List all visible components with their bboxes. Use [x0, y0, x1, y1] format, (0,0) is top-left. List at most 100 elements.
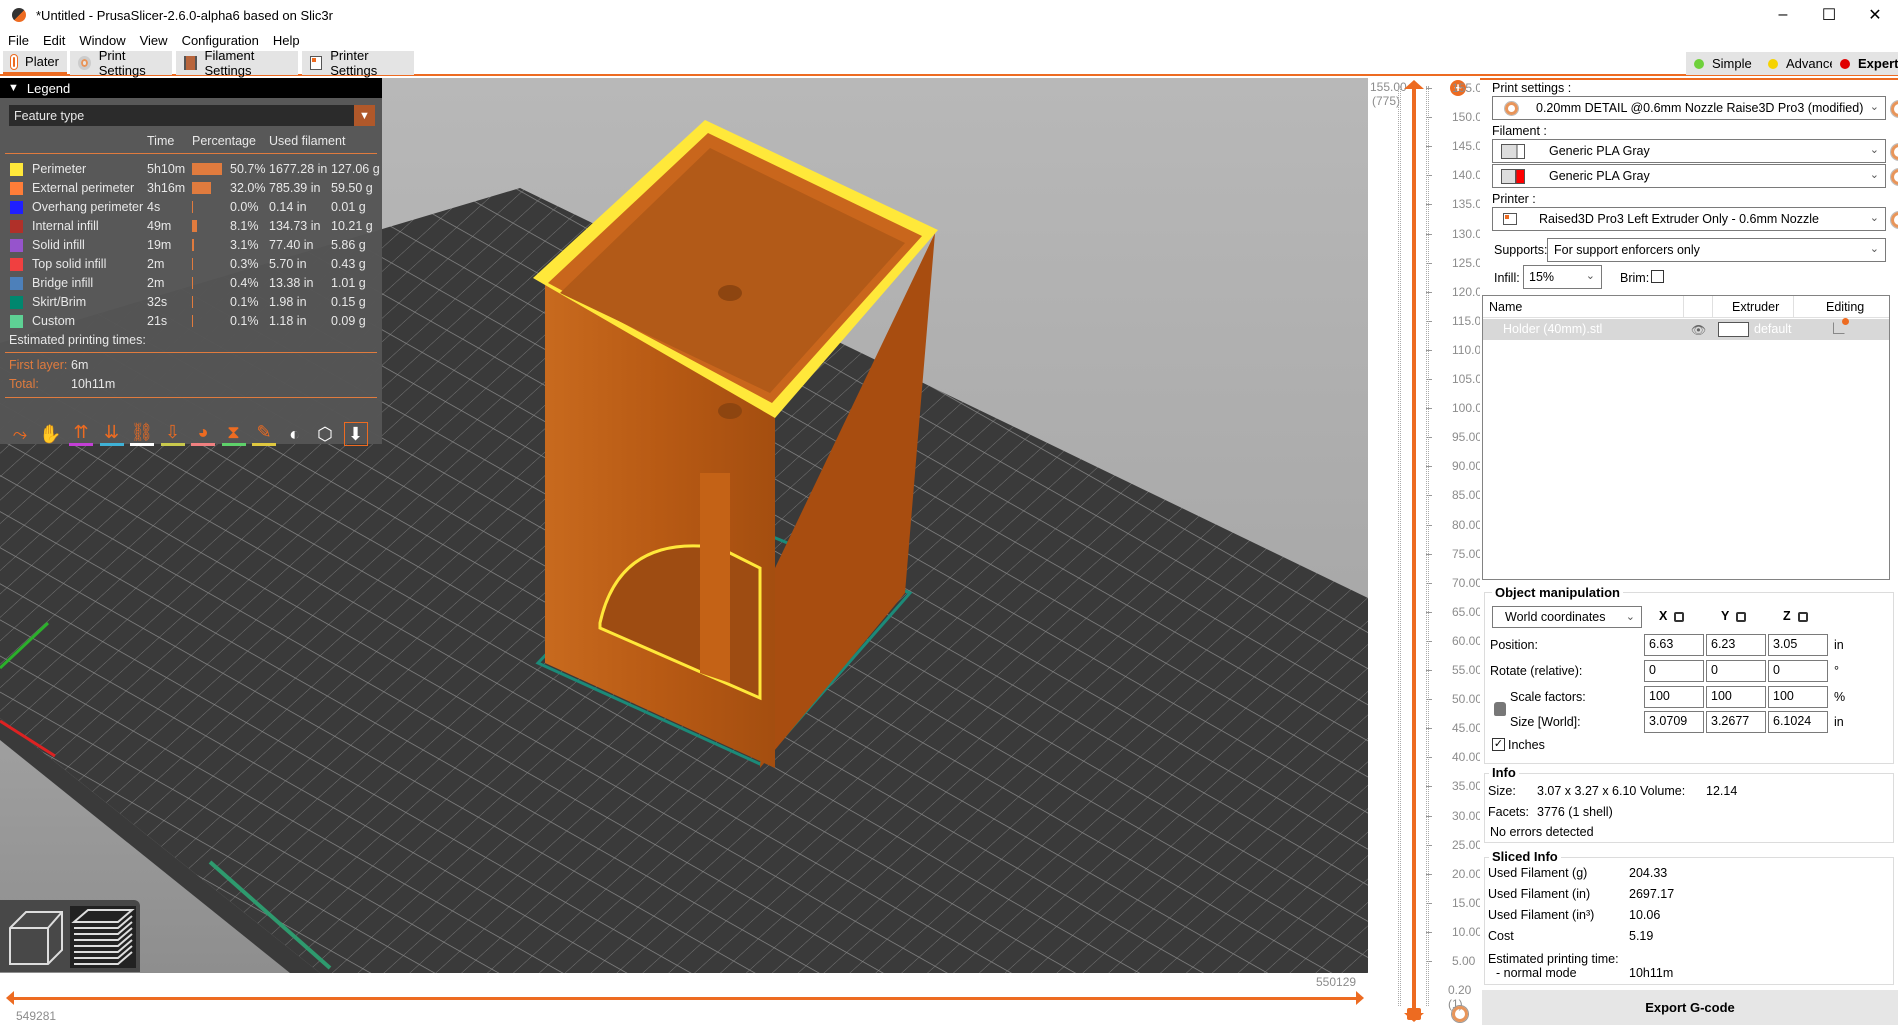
inches-checkbox[interactable]: ✓ [1492, 738, 1505, 751]
seams-icon[interactable]: ⛓ [130, 422, 154, 446]
first-layer-row: First layer: 6m [9, 358, 89, 372]
rotate-label: Rotate (relative): [1490, 664, 1583, 678]
mode-expert[interactable]: Expert [1832, 52, 1898, 75]
dropdown-arrow-icon[interactable]: ▼ [354, 105, 375, 126]
scale-y-input[interactable]: 100 [1706, 686, 1766, 708]
menu-help[interactable]: Help [273, 33, 300, 48]
legend-row[interactable]: External perimeter 3h16m 32.0% 785.39 in 59.… [0, 179, 382, 198]
legend-row[interactable]: Top solid infill 2m 0.3% 5.70 in 0.43 g [0, 255, 382, 274]
tab-print-settings[interactable]: Print Settings [70, 48, 172, 78]
layer-tick-label: 75.00 [1452, 546, 1483, 561]
menu-configuration[interactable]: Configuration [182, 33, 259, 48]
color-changes-icon[interactable]: ◕ [191, 422, 215, 446]
edit-settings-icon[interactable] [1833, 318, 1849, 334]
hslider-track[interactable] [12, 997, 1358, 1000]
slider-track[interactable] [1412, 84, 1416, 1014]
tool-changes-icon[interactable]: ⇩ [160, 422, 185, 446]
legend-row[interactable]: Overhang perimeter 4s 0.0% 0.14 in 0.01 g [0, 198, 382, 217]
pause-prints-icon[interactable]: ⧗ [221, 422, 246, 446]
rotate-y-input[interactable]: 0 [1706, 660, 1766, 682]
eye-icon[interactable]: 👁 [1691, 323, 1706, 337]
close-icon[interactable]: ✕ [1852, 0, 1898, 30]
move-slider[interactable]: 550129 549281 [0, 973, 1368, 1025]
drop-to-bed-icon[interactable] [1736, 612, 1746, 622]
wipe-icon[interactable]: ✋ [39, 422, 63, 446]
size-x-input[interactable]: 3.0709 [1644, 711, 1704, 733]
info-facets-value: 3776 (1 shell) [1537, 805, 1613, 819]
expert-dot-icon [1840, 58, 1850, 69]
menu-edit[interactable]: Edit [43, 33, 65, 48]
travel-icon[interactable]: ⤳ [8, 422, 32, 446]
maximize-icon[interactable]: ☐ [1806, 0, 1852, 30]
upper-thumb[interactable] [1404, 80, 1424, 89]
hslider-right-thumb[interactable] [1356, 991, 1364, 1005]
drop-to-bed-icon[interactable] [1674, 612, 1684, 622]
legend-row[interactable]: Solid infill 19m 3.1% 77.40 in 5.86 g [0, 236, 382, 255]
view-type-combo[interactable]: Feature type ▼ [9, 105, 375, 126]
legend-header[interactable]: ▼ Legend [0, 78, 382, 98]
center-of-gravity-icon[interactable]: ◐ [283, 422, 307, 446]
chevron-down-icon: ⌄ [1625, 611, 1635, 623]
preview-layers-icon[interactable] [70, 906, 136, 968]
retractions-icon[interactable]: ⇈ [69, 422, 93, 446]
cog-icon[interactable] [1452, 1006, 1468, 1022]
position-x-input[interactable]: 6.63 [1644, 634, 1704, 656]
position-z-input[interactable]: 3.05 [1768, 634, 1828, 656]
scale-x-input[interactable]: 100 [1644, 686, 1704, 708]
unlock-icon[interactable] [1407, 1008, 1421, 1020]
layer-slider[interactable]: 155.00 (775) + 155.00 150.00 145.00 140.00 1… [1368, 78, 1489, 1025]
supports-combo[interactable]: For support enforcers only ⌄ [1547, 238, 1886, 262]
print-settings-gear-icon[interactable] [1891, 101, 1898, 117]
legend-row[interactable]: Internal infill 49m 8.1% 134.73 in 10.21 g [0, 217, 382, 236]
menu-bar: File Edit Window View Configuration Help [0, 30, 314, 50]
filament-combo-2[interactable]: Generic PLA Gray ⌄ [1492, 164, 1886, 188]
legend-row[interactable]: Perimeter 5h10m 50.7% 1677.28 in 127.06 g [0, 160, 382, 179]
print-profile-combo[interactable]: 0.20mm DETAIL @0.6mm Nozzle Raise3D Pro3… [1492, 96, 1886, 120]
minimize-icon[interactable]: – [1760, 0, 1806, 30]
mode-simple[interactable]: Simple [1686, 52, 1760, 75]
deretractions-icon[interactable]: ⇊ [99, 422, 124, 446]
feature-time: 3h16m [147, 181, 186, 195]
size-y-input[interactable]: 3.2677 [1706, 711, 1766, 733]
infill-combo[interactable]: 15% ⌄ [1523, 265, 1602, 289]
object-row[interactable]: Holder (40mm).stl 👁 default [1483, 318, 1889, 340]
tab-printer-settings[interactable]: Printer Settings [302, 48, 414, 78]
tab-filament-settings[interactable]: Filament Settings [176, 48, 298, 78]
menu-window[interactable]: Window [79, 33, 125, 48]
scale-z-input[interactable]: 100 [1768, 686, 1828, 708]
drop-to-bed-icon[interactable] [1798, 612, 1808, 622]
3d-view-icon[interactable] [8, 908, 64, 966]
custom-gcodes-icon[interactable]: ✎ [252, 422, 276, 446]
position-y-input[interactable]: 6.23 [1706, 634, 1766, 656]
printer-profile-combo[interactable]: Raised3D Pro3 Left Extruder Only - 0.6mm… [1492, 207, 1886, 231]
axis-label-x: X [1659, 609, 1668, 623]
extruder-color-box[interactable] [1718, 322, 1749, 337]
menu-file[interactable]: File [8, 33, 29, 48]
shells-icon[interactable]: ⬡ [313, 422, 337, 446]
rotate-x-input[interactable]: 0 [1644, 660, 1704, 682]
rotate-z-input[interactable]: 0 [1768, 660, 1828, 682]
brim-checkbox[interactable] [1651, 270, 1664, 283]
hslider-left-thumb[interactable] [6, 991, 14, 1005]
legend-row[interactable]: Custom 21s 0.1% 1.18 in 0.09 g [0, 312, 382, 331]
filament-gear-icon[interactable] [1891, 144, 1898, 160]
coordinates-combo[interactable]: World coordinates ⌄ [1492, 606, 1642, 628]
lock-icon[interactable] [1494, 702, 1506, 716]
feature-weight: 0.09 g [331, 314, 366, 328]
filament-combo-1[interactable]: Generic PLA Gray ⌄ [1492, 139, 1886, 163]
printer-gear-icon[interactable] [1891, 212, 1898, 228]
legend-row[interactable]: Skirt/Brim 32s 0.1% 1.98 in 0.15 g [0, 293, 382, 312]
printer-icon [310, 56, 323, 70]
legend-row[interactable]: Bridge infill 2m 0.4% 13.38 in 1.01 g [0, 274, 382, 293]
collapse-triangle-icon[interactable]: ▼ [8, 82, 19, 94]
tab-plater[interactable]: Plater [3, 51, 67, 75]
chevron-down-icon: ⌄ [1585, 270, 1595, 282]
export-gcode-button[interactable]: Export G-code [1482, 990, 1898, 1025]
filament-gear-icon[interactable] [1891, 169, 1898, 185]
color-swatch [10, 239, 23, 252]
tool-marker-icon[interactable]: ⬇ [343, 422, 368, 446]
menu-view[interactable]: View [140, 33, 168, 48]
size-z-input[interactable]: 6.1024 [1768, 711, 1828, 733]
legend-divider [5, 352, 377, 353]
feature-length: 134.73 in [269, 219, 321, 233]
